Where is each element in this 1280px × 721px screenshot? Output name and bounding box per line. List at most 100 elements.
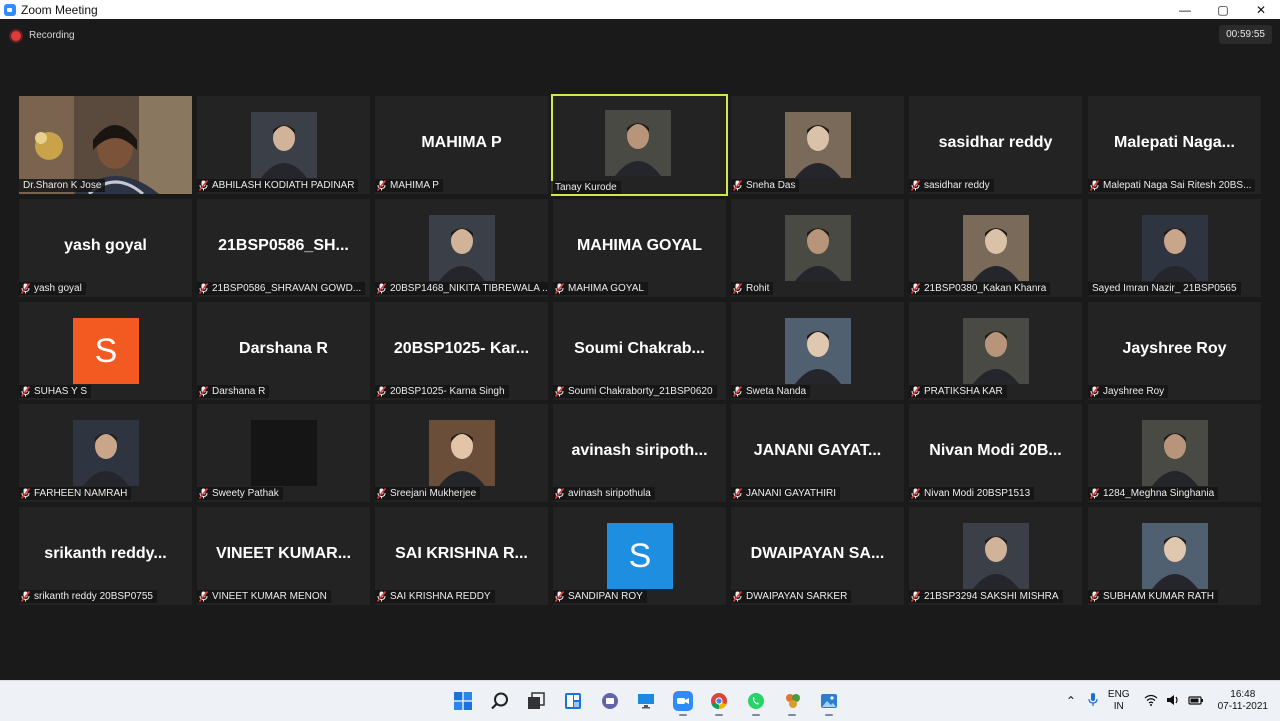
participant-tile[interactable]: DWAIPAYAN SA... DWAIPAYAN SARKER — [731, 507, 904, 605]
participant-display-name: Jayshree Roy — [1122, 340, 1227, 357]
participant-name: PRATIKSHA KAR — [924, 386, 1003, 397]
muted-microphone-icon — [198, 283, 209, 294]
participant-name-label: 21BSP0586_SHRAVAN GOWD... — [197, 282, 366, 295]
participant-tile[interactable]: SAI KRISHNA R... SAI KRISHNA REDDY — [375, 507, 548, 605]
participant-name: Dr.Sharon K Jose — [23, 180, 102, 191]
running-indicator — [788, 714, 797, 716]
participant-tile[interactable]: S SUHAS Y S — [19, 302, 192, 400]
minimize-button[interactable]: — — [1166, 0, 1204, 19]
participant-tile[interactable]: 21BSP3294 SAKSHI MISHRA — [909, 507, 1082, 605]
participant-name: Nivan Modi 20BSP1513 — [924, 488, 1031, 499]
clock[interactable]: 16:48 07-11-2021 — [1218, 689, 1268, 713]
participant-name-label: SAI KRISHNA REDDY — [375, 590, 495, 603]
participant-tile[interactable]: Soumi Chakrab... Soumi Chakraborty_21BSP0… — [553, 302, 726, 400]
participant-tile[interactable]: 21BSP0380_Kakan Khanra — [909, 199, 1082, 297]
participant-tile[interactable]: PRATIKSHA KAR — [909, 302, 1082, 400]
wifi-icon[interactable] — [1144, 694, 1158, 709]
zoom-icon[interactable] — [665, 685, 702, 717]
task-view-icon[interactable] — [518, 685, 555, 717]
participant-display-name: 21BSP0586_SH... — [218, 237, 349, 254]
participant-tile[interactable]: Darshana R Darshana R — [197, 302, 370, 400]
participant-tile[interactable]: 20BSP1468_NIKITA TIBREWALA ... — [375, 199, 548, 297]
participant-tile[interactable]: yash goyal yash goyal — [19, 199, 192, 297]
muted-microphone-icon — [198, 488, 209, 499]
participant-display-name: 20BSP1025- Kar... — [393, 340, 530, 357]
clock-date: 07-11-2021 — [1217, 701, 1268, 712]
widgets-icon[interactable] — [555, 685, 592, 717]
participant-tile[interactable]: Malepati Naga... Malepati Naga Sai Ritesh… — [1088, 96, 1261, 194]
participant-name-label: Dr.Sharon K Jose — [19, 179, 106, 192]
recording-indicator[interactable]: Recording — [11, 30, 75, 41]
language-indicator[interactable]: ENG IN — [1108, 689, 1130, 713]
participant-tile[interactable]: S SANDIPAN ROY — [553, 507, 726, 605]
participant-name: MAHIMA GOYAL — [568, 283, 644, 294]
participant-tile[interactable]: Tanay Kurode — [551, 94, 728, 196]
participant-tile[interactable]: Sayed Imran Nazir_ 21BSP0565 — [1088, 199, 1261, 297]
participant-tile[interactable]: MAHIMA P MAHIMA P — [375, 96, 548, 194]
muted-microphone-icon — [376, 180, 387, 191]
muted-microphone-icon — [20, 283, 31, 294]
photos-icon[interactable] — [811, 685, 848, 717]
participant-tile[interactable]: Sweety Pathak — [197, 404, 370, 502]
speaker-icon[interactable] — [1166, 694, 1180, 709]
muted-microphone-icon — [1089, 488, 1100, 499]
participant-avatar: S — [607, 523, 673, 589]
meeting-timer: 00:59:55 — [1219, 25, 1272, 44]
participant-tile[interactable]: ABHILASH KODIATH PADINAR — [197, 96, 370, 194]
participant-name-label: Jayshree Roy — [1088, 385, 1169, 398]
muted-microphone-icon — [20, 591, 31, 602]
whatsapp-icon[interactable] — [738, 685, 775, 717]
window-title: Zoom Meeting — [21, 2, 98, 17]
participant-tile[interactable]: avinash siripoth... avinash siripothula — [553, 404, 726, 502]
participant-tile[interactable]: VINEET KUMAR... VINEET KUMAR MENON — [197, 507, 370, 605]
participant-tile[interactable]: Dr.Sharon K Jose — [19, 96, 192, 194]
search-icon[interactable] — [482, 685, 519, 717]
windows-start-icon[interactable] — [445, 685, 482, 717]
participant-tile[interactable]: JANANI GAYAT... JANANI GAYATHIRI — [731, 404, 904, 502]
muted-microphone-icon — [732, 591, 743, 602]
participant-name-label: Sweta Nanda — [731, 385, 811, 398]
participant-name: JANANI GAYATHIRI — [746, 488, 837, 499]
battery-icon[interactable] — [1187, 694, 1204, 709]
desktop-icon[interactable] — [628, 685, 665, 717]
participant-display-name: sasidhar reddy — [938, 134, 1053, 151]
teams-chat-icon[interactable] — [591, 685, 628, 717]
participant-display-name: Soumi Chakrab... — [574, 340, 705, 357]
chrome-icon[interactable] — [701, 685, 738, 717]
participant-tile[interactable]: 1284_Meghna Singhania — [1088, 404, 1261, 502]
participant-tile[interactable]: 21BSP0586_SH... 21BSP0586_SHRAVAN GOWD... — [197, 199, 370, 297]
participant-name: Sweta Nanda — [746, 386, 807, 397]
participant-tile[interactable]: sasidhar reddy sasidhar reddy — [909, 96, 1082, 194]
participant-name: Tanay Kurode — [555, 182, 617, 193]
participant-name-label: srikanth reddy 20BSP0755 — [19, 590, 157, 603]
participant-photo — [251, 420, 317, 486]
participant-tile[interactable]: MAHIMA GOYAL MAHIMA GOYAL — [553, 199, 726, 297]
muted-microphone-icon — [198, 180, 209, 191]
participant-name-label: SUHAS Y S — [19, 385, 91, 398]
microphone-icon[interactable] — [1088, 692, 1098, 710]
participant-tile[interactable]: Rohit — [731, 199, 904, 297]
maximize-button[interactable]: ▢ — [1204, 0, 1242, 19]
participant-name-label: VINEET KUMAR MENON — [197, 590, 331, 603]
chevron-up-icon[interactable]: ⌃ — [1066, 694, 1076, 708]
participant-photo — [429, 215, 495, 281]
participant-name-label: MAHIMA P — [375, 179, 443, 192]
participant-name: Jayshree Roy — [1103, 386, 1165, 397]
windows-taskbar: ⌃ ENG IN 16:48 07-11-2021 — [0, 680, 1280, 721]
language-code: ENG — [1107, 689, 1130, 700]
participant-tile[interactable]: FARHEEN NAMRAH — [19, 404, 192, 502]
window-controls: — ▢ ✕ — [1166, 0, 1280, 19]
running-indicator — [715, 714, 724, 716]
participant-tile[interactable]: Nivan Modi 20B... Nivan Modi 20BSP1513 — [909, 404, 1082, 502]
games-icon[interactable] — [774, 685, 811, 717]
participant-name: Sweety Pathak — [212, 488, 279, 499]
participant-tile[interactable]: srikanth reddy... srikanth reddy 20BSP075… — [19, 507, 192, 605]
participant-tile[interactable]: Sreejani Mukherjee — [375, 404, 548, 502]
participant-name: 1284_Meghna Singhania — [1103, 488, 1215, 499]
participant-tile[interactable]: Sneha Das — [731, 96, 904, 194]
close-button[interactable]: ✕ — [1242, 0, 1280, 19]
participant-tile[interactable]: 20BSP1025- Kar... 20BSP1025- Karna Singh — [375, 302, 548, 400]
participant-tile[interactable]: Sweta Nanda — [731, 302, 904, 400]
participant-tile[interactable]: Jayshree Roy Jayshree Roy — [1088, 302, 1261, 400]
participant-tile[interactable]: SUBHAM KUMAR RATH — [1088, 507, 1261, 605]
